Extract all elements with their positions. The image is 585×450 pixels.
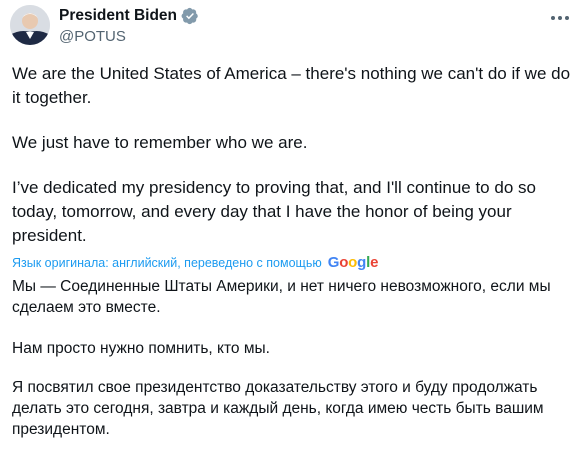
more-options-icon[interactable] xyxy=(547,9,573,27)
author-name[interactable]: President Biden xyxy=(59,7,177,25)
translated-paragraph: Нам просто нужно помнить, кто мы. xyxy=(12,340,270,357)
translated-paragraph: Я посвятил свое президентство доказатель… xyxy=(12,379,544,438)
verified-badge-icon xyxy=(181,7,198,25)
translated-paragraph: Мы — Соединенные Штаты Америки, и нет ни… xyxy=(12,278,551,316)
translation-note-text[interactable]: Язык оригинала: английский, переведено с… xyxy=(12,256,322,270)
tweet-header: President Biden @POTUS xyxy=(10,5,575,45)
avatar-image xyxy=(10,5,50,45)
author-handle[interactable]: @POTUS xyxy=(59,28,126,45)
avatar[interactable] xyxy=(10,5,50,45)
tweet-paragraph: We are the United States of America – th… xyxy=(12,64,571,107)
translation-note[interactable]: Язык оригинала: английский, переведено с… xyxy=(12,254,378,271)
tweet-paragraph: We just have to remember who we are. xyxy=(12,133,308,152)
tweet-paragraph: I’ve dedicated my presidency to proving … xyxy=(12,178,536,245)
google-logo: Google xyxy=(327,254,379,271)
